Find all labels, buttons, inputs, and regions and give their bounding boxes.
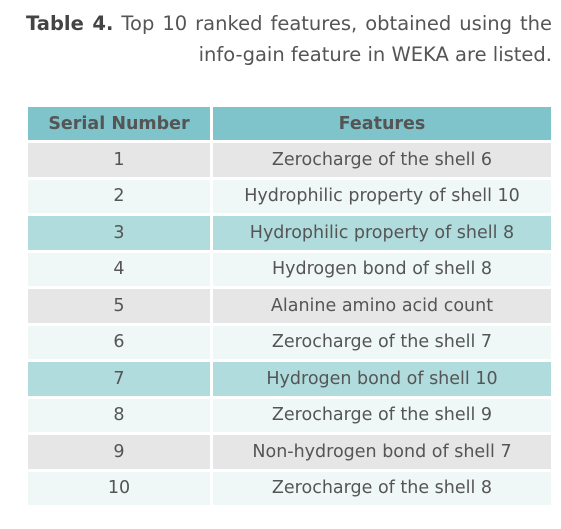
serial-cell: 10 <box>28 471 210 505</box>
feature-cell: Zerocharge of the shell 6 <box>213 143 551 177</box>
feature-cell: Hydrogen bond of shell 10 <box>213 362 551 396</box>
table-row: 1 Zerocharge of the shell 6 <box>28 143 551 177</box>
feature-cell: Hydrogen bond of shell 8 <box>213 252 551 286</box>
table-caption: Table 4. Top 10 ranked features, obtaine… <box>26 8 552 70</box>
serial-cell: 2 <box>28 179 210 213</box>
header-row: Serial Number Features <box>28 107 551 140</box>
table-row: 6 Zerocharge of the shell 7 <box>28 325 551 359</box>
serial-cell: 3 <box>28 216 210 250</box>
serial-cell: 9 <box>28 435 210 469</box>
header-serial-number: Serial Number <box>28 107 210 140</box>
table-row: 8 Zerocharge of the shell 9 <box>28 398 551 432</box>
table-row: 2 Hydrophilic property of shell 10 <box>28 179 551 213</box>
feature-cell: Zerocharge of the shell 9 <box>213 398 551 432</box>
serial-cell: 4 <box>28 252 210 286</box>
features-table: Serial Number Features 1 Zerocharge of th… <box>25 104 554 508</box>
caption-text: Top 10 ranked features, obtained using t… <box>113 12 552 66</box>
serial-cell: 6 <box>28 325 210 359</box>
serial-cell: 5 <box>28 289 210 323</box>
feature-cell: Hydrophilic property of shell 8 <box>213 216 551 250</box>
table-row: 7 Hydrogen bond of shell 10 <box>28 362 551 396</box>
table-row: 10 Zerocharge of the shell 8 <box>28 471 551 505</box>
feature-cell: Non-hydrogen bond of shell 7 <box>213 435 551 469</box>
serial-cell: 7 <box>28 362 210 396</box>
header-features: Features <box>213 107 551 140</box>
feature-cell: Alanine amino acid count <box>213 289 551 323</box>
table-row: 4 Hydrogen bond of shell 8 <box>28 252 551 286</box>
table-row: 9 Non-hydrogen bond of shell 7 <box>28 435 551 469</box>
serial-cell: 1 <box>28 143 210 177</box>
feature-cell: Zerocharge of the shell 7 <box>213 325 551 359</box>
feature-cell: Zerocharge of the shell 8 <box>213 471 551 505</box>
feature-cell: Hydrophilic property of shell 10 <box>213 179 551 213</box>
serial-cell: 8 <box>28 398 210 432</box>
table-row: 3 Hydrophilic property of shell 8 <box>28 216 551 250</box>
caption-label: Table 4. <box>26 12 114 35</box>
table-row: 5 Alanine amino acid count <box>28 289 551 323</box>
